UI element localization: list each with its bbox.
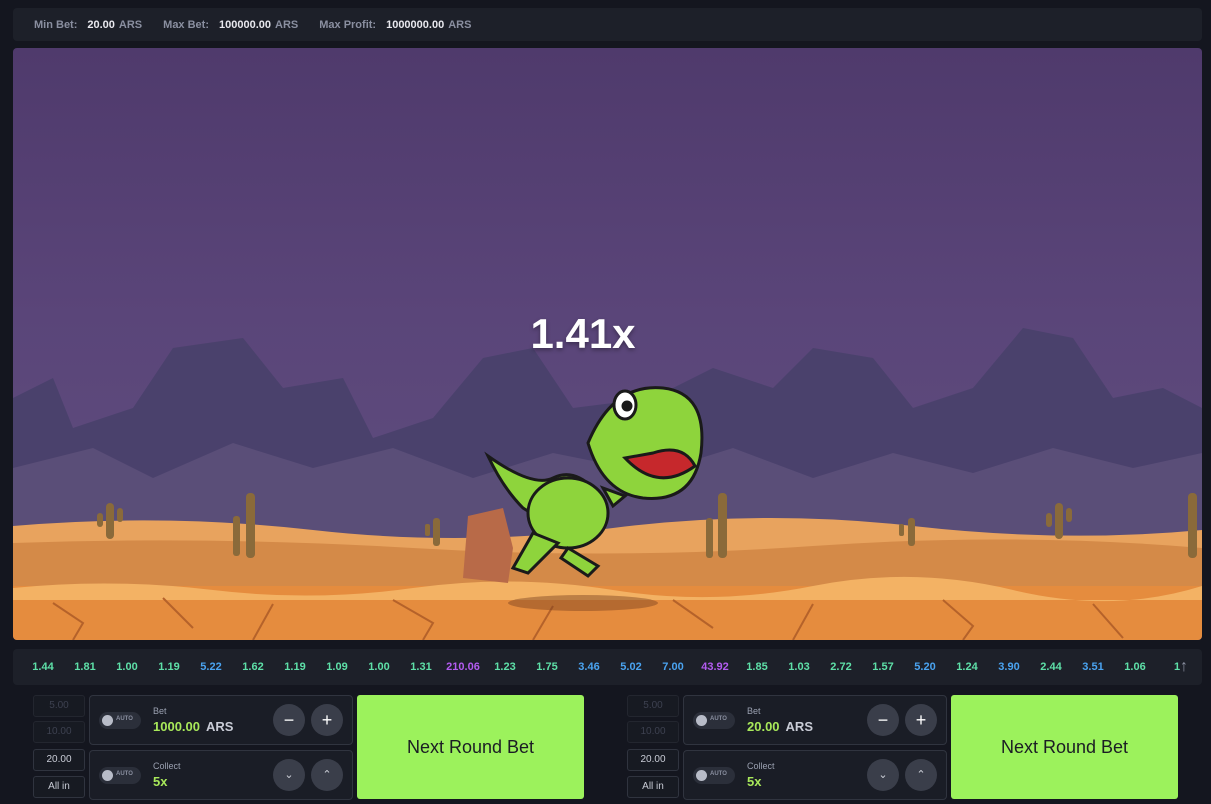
history-coefficient[interactable]: 1.19 xyxy=(274,661,316,673)
collect-label: Collect xyxy=(747,761,775,771)
history-coefficient[interactable]: 1.23 xyxy=(484,661,526,673)
auto-label: AUTO xyxy=(116,771,133,777)
bet-label: Bet xyxy=(747,706,761,716)
history-coefficient[interactable]: 1.24 xyxy=(946,661,988,673)
bet-panel-2: 5.00 10.00 20.00 All in AUTO Bet 20.00 AR… xyxy=(627,693,1179,801)
max-profit: Max Profit: 1000000.00 ARS xyxy=(319,19,471,31)
history-coefficient[interactable]: 1.06 xyxy=(1114,661,1156,673)
history-coefficient[interactable]: 2.72 xyxy=(820,661,862,673)
increase-bet-button[interactable]: + xyxy=(311,704,343,736)
bet-amount[interactable]: 1000.00 ARS xyxy=(153,719,233,734)
toggle-knob xyxy=(102,770,113,781)
history-coefficient[interactable]: 1.19 xyxy=(148,661,190,673)
toggle-knob xyxy=(102,715,113,726)
current-multiplier: 1.41x xyxy=(530,310,636,357)
increase-bet-button[interactable]: + xyxy=(905,704,937,736)
collect-label: Collect xyxy=(153,761,181,771)
auto-bet-toggle[interactable]: AUTO xyxy=(693,712,735,729)
bet-currency: ARS xyxy=(785,719,813,734)
bet-value: 20.00 xyxy=(747,719,780,734)
quick-bet-5[interactable]: 5.00 xyxy=(33,695,85,717)
history-expand-icon[interactable]: ↑ xyxy=(1174,657,1194,677)
collect-up-button[interactable]: ⌃ xyxy=(311,759,343,791)
collect-value[interactable]: 5x xyxy=(153,774,167,789)
auto-collect-toggle[interactable]: AUTO xyxy=(99,767,141,784)
collect-row: AUTO Collect 5x ⌄ ⌃ xyxy=(683,750,947,800)
history-coefficient[interactable]: 1.57 xyxy=(862,661,904,673)
history-coefficient[interactable]: 5.22 xyxy=(190,661,232,673)
auto-label: AUTO xyxy=(116,716,133,722)
max-bet-value: 100000.00 xyxy=(219,18,271,31)
quick-bet-10[interactable]: 10.00 xyxy=(627,721,679,743)
auto-label: AUTO xyxy=(710,716,727,722)
bet-currency: ARS xyxy=(206,719,234,734)
multiplier-history: 1.44 1.81 1.00 1.19 5.22 1.62 1.19 1.09 1.00 1.31… xyxy=(13,649,1202,685)
auto-label: AUTO xyxy=(710,771,727,777)
collect-value[interactable]: 5x xyxy=(747,774,761,789)
auto-collect-toggle[interactable]: AUTO xyxy=(693,767,735,784)
max-bet-currency: ARS xyxy=(275,18,299,31)
min-bet-label: Min Bet: xyxy=(34,18,78,31)
max-bet-label: Max Bet: xyxy=(163,18,209,31)
bet-panel-1: 5.00 10.00 20.00 All in AUTO Bet 1000.00… xyxy=(33,693,585,801)
quick-bet-all-in[interactable]: All in xyxy=(33,776,85,798)
game-canvas: 1.41x xyxy=(13,48,1202,640)
history-coefficient[interactable]: 210.06 xyxy=(442,661,484,673)
bet-value: 1000.00 xyxy=(153,719,200,734)
history-coefficient[interactable]: 1.03 xyxy=(778,661,820,673)
min-bet-value: 20.00 xyxy=(87,18,115,31)
history-coefficient[interactable]: 2.44 xyxy=(1030,661,1072,673)
next-round-bet-button[interactable]: Next Round Bet xyxy=(951,695,1178,799)
quick-bet-20[interactable]: 20.00 xyxy=(627,749,679,771)
collect-up-button[interactable]: ⌃ xyxy=(905,759,937,791)
next-round-bet-button[interactable]: Next Round Bet xyxy=(357,695,584,799)
history-coefficient[interactable]: 5.02 xyxy=(610,661,652,673)
history-coefficient[interactable]: 1.44 xyxy=(22,661,64,673)
history-coefficient[interactable]: 1.75 xyxy=(526,661,568,673)
auto-bet-toggle[interactable]: AUTO xyxy=(99,712,141,729)
history-coefficient[interactable]: 3.90 xyxy=(988,661,1030,673)
history-coefficient[interactable]: 5.20 xyxy=(904,661,946,673)
max-profit-value: 1000000.00 xyxy=(386,18,445,31)
history-coefficient[interactable]: 1.09 xyxy=(316,661,358,673)
history-coefficient[interactable]: 1.85 xyxy=(736,661,778,673)
min-bet-currency: ARS xyxy=(118,18,143,31)
collect-down-button[interactable]: ⌄ xyxy=(867,759,899,791)
history-coefficient[interactable]: 43.92 xyxy=(694,661,736,673)
max-bet: Max Bet: 100000.00 ARS xyxy=(163,19,298,31)
quick-bet-all-in[interactable]: All in xyxy=(627,776,679,798)
bet-amount-row: AUTO Bet 20.00 ARS − + xyxy=(683,695,947,745)
toggle-knob xyxy=(696,715,707,726)
collect-row: AUTO Collect 5x ⌄ ⌃ xyxy=(89,750,353,800)
history-coefficient[interactable]: 1.31 xyxy=(400,661,442,673)
history-coefficient[interactable]: 1.62 xyxy=(232,661,274,673)
quick-bet-5[interactable]: 5.00 xyxy=(627,695,679,717)
max-profit-currency: ARS xyxy=(448,18,472,31)
min-bet: Min Bet: 20.00 ARS xyxy=(34,19,142,31)
decrease-bet-button[interactable]: − xyxy=(867,704,899,736)
max-profit-label: Max Profit: xyxy=(319,18,377,31)
bet-amount[interactable]: 20.00 ARS xyxy=(747,719,813,734)
collect-down-button[interactable]: ⌄ xyxy=(273,759,305,791)
history-coefficient[interactable]: 1.00 xyxy=(106,661,148,673)
history-coefficient[interactable]: 7.00 xyxy=(652,661,694,673)
toggle-knob xyxy=(696,770,707,781)
bet-amount-row: AUTO Bet 1000.00 ARS − + xyxy=(89,695,353,745)
bet-label: Bet xyxy=(153,706,167,716)
history-coefficient[interactable]: 1.81 xyxy=(64,661,106,673)
history-coefficient[interactable]: 1.00 xyxy=(358,661,400,673)
history-coefficient[interactable]: 3.46 xyxy=(568,661,610,673)
quick-bet-10[interactable]: 10.00 xyxy=(33,721,85,743)
quick-bet-20[interactable]: 20.00 xyxy=(33,749,85,771)
decrease-bet-button[interactable]: − xyxy=(273,704,305,736)
history-coefficient[interactable]: 3.51 xyxy=(1072,661,1114,673)
bet-limits-bar: Min Bet: 20.00 ARS Max Bet: 100000.00 AR… xyxy=(13,8,1202,41)
